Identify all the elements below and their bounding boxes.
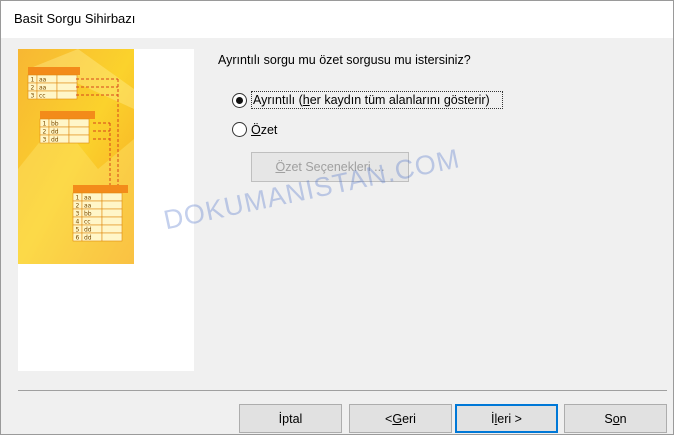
illustration-row-number: 2 bbox=[76, 202, 80, 209]
illustration-row-value: cc bbox=[39, 92, 46, 99]
illustration-row-number: 3 bbox=[76, 210, 80, 217]
illustration-row-value: aa bbox=[84, 194, 92, 201]
illustration-row-value: dd bbox=[51, 128, 59, 135]
illustration-row-value: dd bbox=[84, 234, 92, 241]
summary-radio[interactable] bbox=[232, 122, 247, 137]
illustration-cell bbox=[101, 224, 123, 234]
wizard-window: Basit Sorgu Sihirbazı 1 aa 2 aa 3 cc 1 b… bbox=[0, 0, 674, 435]
detail-label[interactable]: Ayrıntılı (her kaydın tüm alanlarını gös… bbox=[251, 91, 503, 109]
illustration-cell bbox=[56, 74, 78, 84]
illustration-cell bbox=[101, 208, 123, 218]
illustration-row-number: 2 bbox=[43, 128, 47, 135]
illustration-cell bbox=[68, 118, 90, 128]
cancel-button[interactable]: İptal bbox=[239, 404, 342, 433]
illustration-row-value: cc bbox=[84, 218, 91, 225]
illustration-row-value: aa bbox=[39, 84, 47, 91]
title-bar: Basit Sorgu Sihirbazı bbox=[1, 1, 673, 38]
illustration-row-number: 3 bbox=[31, 92, 35, 99]
illustration-row-value: dd bbox=[84, 226, 92, 233]
illustration-row-value: dd bbox=[51, 136, 59, 143]
summary-option[interactable]: Özet bbox=[232, 122, 277, 137]
question-text: Ayrıntılı sorgu mu özet sorgusu mu ister… bbox=[218, 53, 471, 67]
illustration-cell bbox=[101, 192, 123, 202]
illustration-row-number: 4 bbox=[76, 218, 80, 225]
illustration-row-value: aa bbox=[84, 202, 92, 209]
illustration-row-number: 6 bbox=[76, 234, 80, 241]
illustration-row-value: bb bbox=[84, 210, 92, 217]
summary-label[interactable]: Özet bbox=[251, 123, 277, 137]
illustration-table-3: 1 aa 2 aa 3 bb 4 cc 5 dd 6 dd bbox=[72, 185, 128, 242]
illustration-cell bbox=[101, 216, 123, 226]
detail-radio[interactable] bbox=[232, 92, 247, 108]
illustration-row-number: 3 bbox=[43, 136, 47, 143]
finish-button[interactable]: Son bbox=[564, 404, 667, 433]
illustration-cell bbox=[68, 134, 90, 144]
back-button[interactable]: < Geri bbox=[349, 404, 452, 433]
illustration-row-number: 1 bbox=[43, 120, 47, 127]
next-button[interactable]: İl eri > bbox=[455, 404, 558, 433]
illustration-row-number: 2 bbox=[31, 84, 35, 91]
illustration-row-value: aa bbox=[39, 76, 47, 83]
query-illustration: 1 aa 2 aa 3 cc 1 bb 2 dd 3 dd 1 aa 2 aa 3 bb 4 cc 5 dd 6 dd bbox=[18, 49, 134, 264]
illustration-row-number: 1 bbox=[76, 194, 80, 201]
detail-option[interactable]: Ayrıntılı (her kaydın tüm alanlarını gös… bbox=[232, 91, 503, 109]
illustration-row-number: 5 bbox=[76, 226, 80, 233]
illustration-row-value: bb bbox=[51, 120, 59, 127]
illustration-cell bbox=[101, 200, 123, 210]
footer-divider bbox=[18, 390, 667, 391]
window-title: Basit Sorgu Sihirbazı bbox=[14, 11, 136, 26]
illustration-cell bbox=[68, 126, 90, 136]
illustration-cell bbox=[101, 232, 123, 242]
illustration-cell bbox=[56, 90, 78, 100]
illustration-cell bbox=[56, 82, 78, 92]
illustration-row-number: 1 bbox=[31, 76, 35, 83]
